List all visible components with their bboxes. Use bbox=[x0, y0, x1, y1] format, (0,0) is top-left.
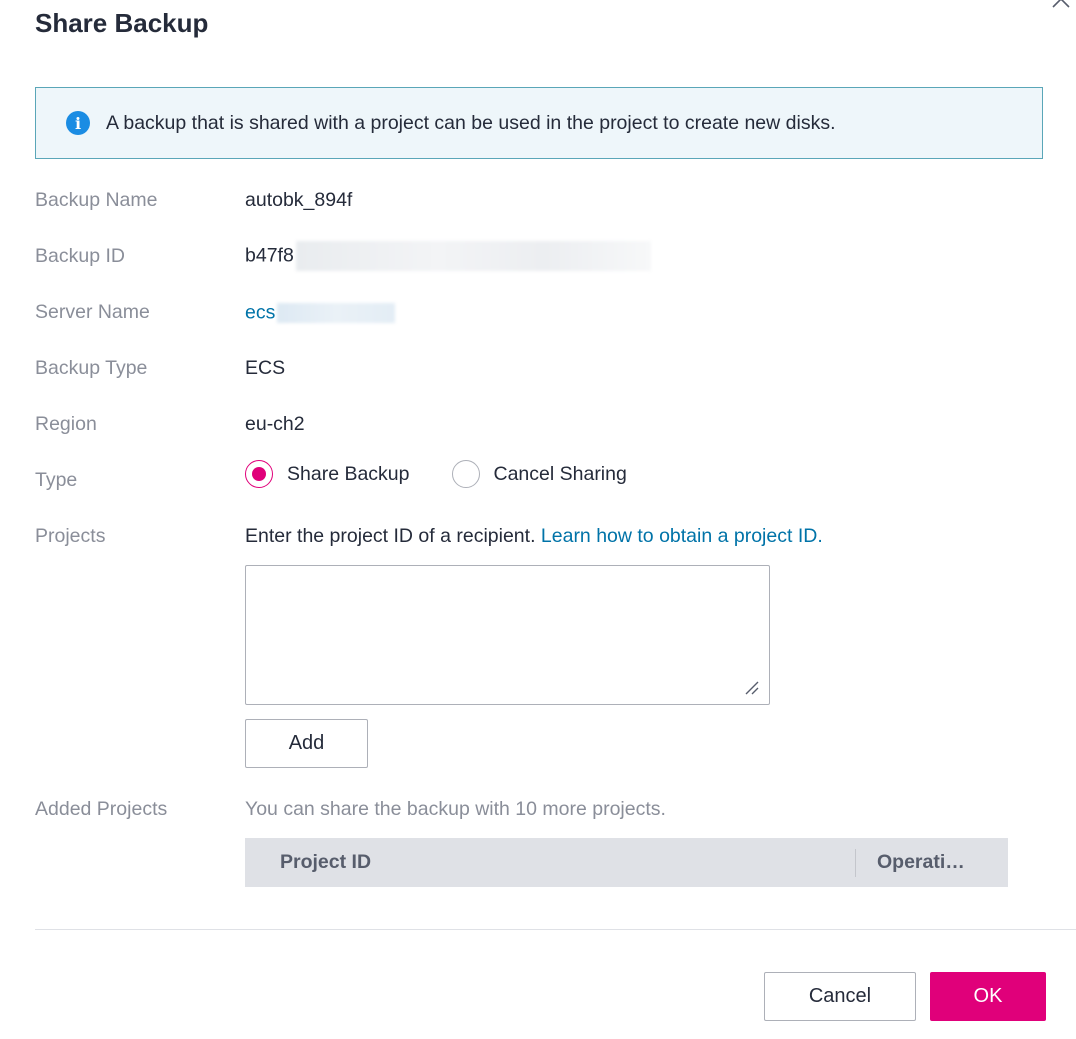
project-id-textarea[interactable] bbox=[245, 565, 770, 705]
backup-name-value: autobk_894f bbox=[245, 189, 353, 211]
info-banner: i A backup that is shared with a project… bbox=[35, 87, 1043, 159]
backup-id-label: Backup ID bbox=[35, 245, 125, 267]
region-value: eu-ch2 bbox=[245, 413, 305, 435]
learn-project-id-link[interactable]: Learn how to obtain a project ID. bbox=[541, 525, 823, 547]
projects-instruction-row: Enter the project ID of a recipient. Lea… bbox=[245, 525, 823, 548]
dialog-title: Share Backup bbox=[35, 8, 209, 38]
added-projects-table-header: Project ID Operati… bbox=[245, 838, 1008, 887]
cancel-button[interactable]: Cancel bbox=[764, 972, 916, 1021]
cancel-sharing-radio-label: Cancel Sharing bbox=[493, 462, 627, 485]
share-backup-radio[interactable]: Share Backup bbox=[245, 460, 410, 488]
added-projects-label: Added Projects bbox=[35, 798, 168, 820]
redacted-mask bbox=[295, 241, 651, 271]
backup-id-value: b47f8 bbox=[245, 244, 294, 267]
backup-name-label: Backup Name bbox=[35, 189, 158, 211]
radio-unchecked-indicator bbox=[451, 460, 480, 488]
type-radio-group: Share Backup Cancel Sharing bbox=[245, 460, 669, 488]
region-label: Region bbox=[35, 413, 97, 435]
projects-label: Projects bbox=[35, 525, 106, 547]
close-icon[interactable] bbox=[1050, 0, 1072, 10]
backup-type-label: Backup Type bbox=[35, 357, 148, 379]
column-header-operation: Operati… bbox=[877, 851, 965, 873]
server-name-row: ecs bbox=[245, 301, 396, 324]
projects-instruction: Enter the project ID of a recipient. bbox=[245, 525, 536, 547]
server-name-link[interactable]: ecs bbox=[245, 301, 275, 323]
type-label: Type bbox=[35, 469, 78, 491]
cancel-sharing-radio[interactable]: Cancel Sharing bbox=[451, 460, 627, 488]
redacted-mask bbox=[277, 302, 396, 323]
backup-type-value: ECS bbox=[245, 357, 286, 379]
share-quota-hint: You can share the backup with 10 more pr… bbox=[245, 798, 666, 820]
footer-divider bbox=[35, 929, 1076, 930]
add-project-button[interactable]: Add bbox=[245, 719, 368, 768]
server-name-label: Server Name bbox=[35, 301, 150, 323]
share-backup-radio-label: Share Backup bbox=[287, 462, 410, 485]
column-header-project-id[interactable]: Project ID bbox=[245, 851, 855, 874]
ok-button[interactable]: OK bbox=[930, 972, 1046, 1021]
radio-checked-indicator bbox=[245, 460, 273, 488]
resize-grip-icon[interactable] bbox=[744, 680, 760, 696]
backup-id-row: b47f8 bbox=[245, 241, 651, 271]
info-banner-text: A backup that is shared with a project c… bbox=[106, 111, 836, 134]
info-icon: i bbox=[66, 111, 90, 135]
